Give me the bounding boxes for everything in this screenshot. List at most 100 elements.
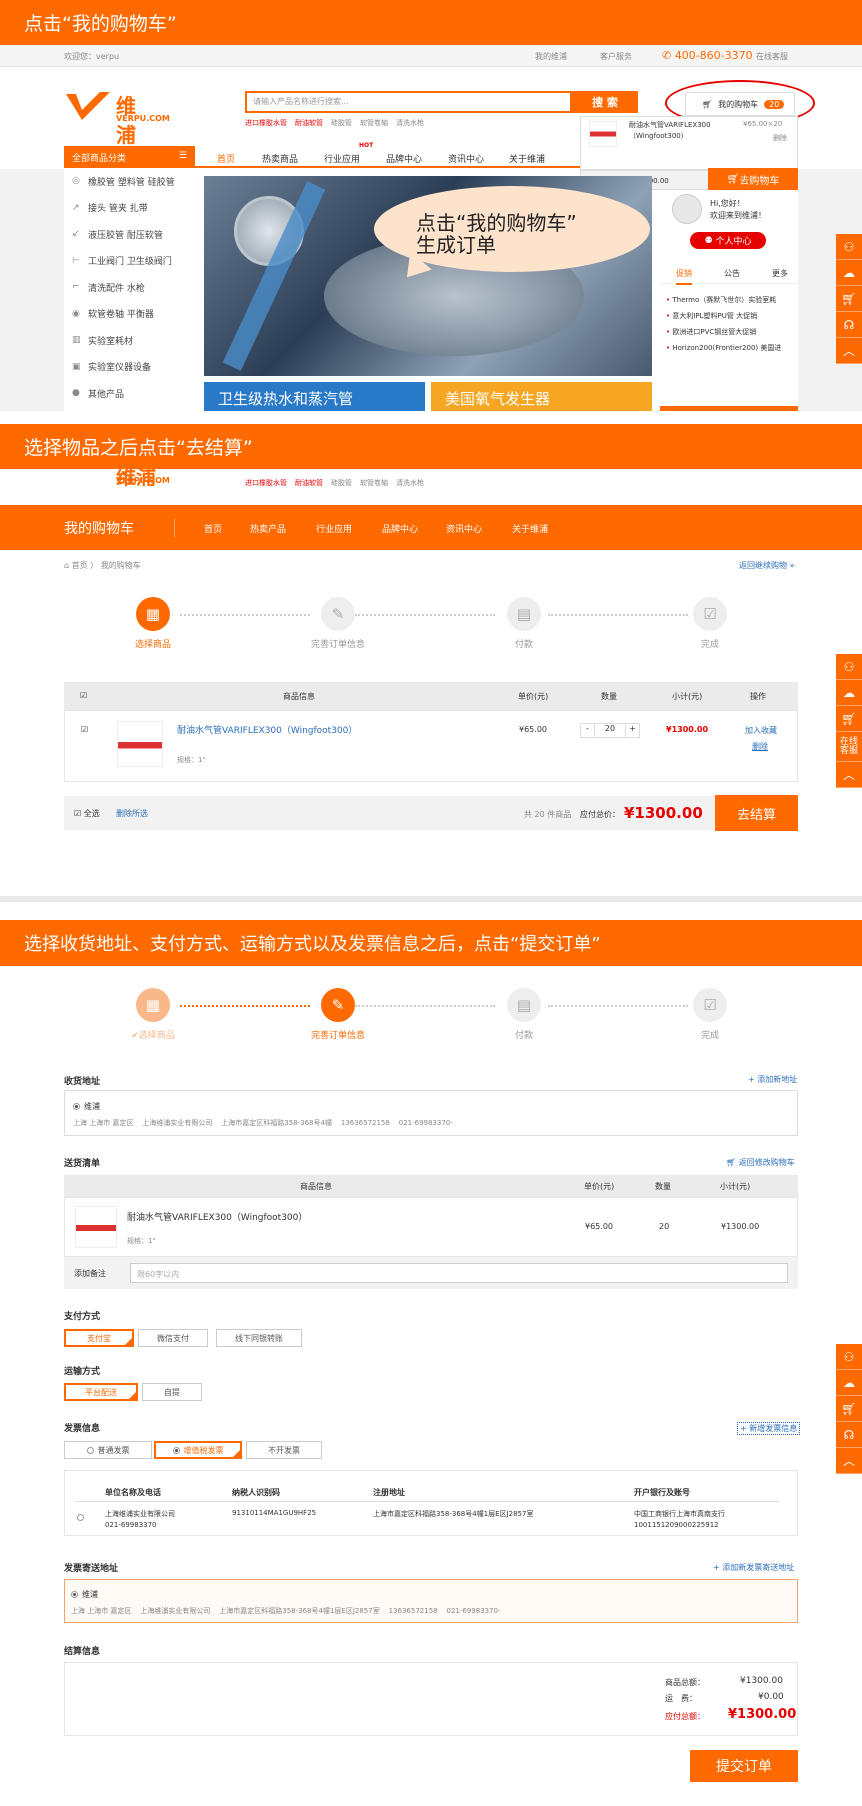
user-icon[interactable]: ⚇	[836, 1344, 862, 1370]
submit-order-button[interactable]: 提交订单	[690, 1750, 798, 1782]
back-to-top-icon[interactable]: ︿	[836, 338, 862, 364]
hot-keyword[interactable]: 软管卷轴	[360, 118, 388, 128]
nav-about[interactable]: 关于维浦	[509, 152, 545, 165]
cart-dropdown: 耐油水气管VARIFLEX300（Wingfoot300） ¥65.00×20 …	[580, 116, 798, 170]
category-item[interactable]: ⌐ 清洗配件 水枪	[64, 274, 195, 301]
item-checkbox[interactable]: ☑	[81, 725, 88, 734]
back-to-top-icon[interactable]: ︿	[836, 762, 862, 788]
pay-alipay-option[interactable]: 支付宝	[64, 1329, 134, 1347]
customer-service-link[interactable]: 客户服务	[600, 51, 632, 62]
tab-notice[interactable]: 公告	[724, 268, 740, 279]
hot-keyword[interactable]: 进口橡胶水管	[245, 478, 287, 488]
select-all-checkbox[interactable]: ☑	[80, 691, 87, 700]
news-item[interactable]: • 意大利IPL塑料PU管 大促销	[666, 308, 796, 324]
search-button[interactable]: 搜 索	[572, 91, 638, 113]
nav-hot[interactable]: 热卖商品	[262, 152, 298, 165]
category-item[interactable]: ◉ 软管卷轴 平衡器	[64, 301, 195, 328]
nav-industry[interactable]: 行业应用	[324, 152, 360, 165]
invoice-address-radio[interactable]: 维浦	[71, 1589, 98, 1600]
nav-home[interactable]: 首页	[204, 522, 222, 535]
breadcrumb-home[interactable]: 首页	[72, 561, 88, 570]
hot-keyword[interactable]: 清洗水枪	[396, 118, 424, 128]
dropdown-item-name[interactable]: 耐油水气管VARIFLEX300（Wingfoot300）	[629, 120, 719, 142]
remark-input[interactable]: 限60字以内	[130, 1263, 788, 1283]
headset-icon[interactable]: ☊	[836, 1422, 862, 1448]
pay-offline-option[interactable]: 线下同银转账	[216, 1329, 302, 1347]
hot-keyword[interactable]: 进口橡胶水管	[245, 118, 287, 128]
category-item[interactable]: ⊢ 工业阀门 卫生级阀门	[64, 248, 195, 275]
increase-button[interactable]: +	[625, 724, 639, 737]
category-item[interactable]: ▣ 实验室仪器设备	[64, 354, 195, 381]
pay-wechat-option[interactable]: 微信支付	[138, 1329, 208, 1347]
checkout-button[interactable]: 去结算	[715, 795, 798, 831]
category-item[interactable]: ↙ 液压胶管 耐压软管	[64, 221, 195, 248]
category-item[interactable]: ↗ 接头 管夹 扎带	[64, 195, 195, 222]
add-address-link[interactable]: + 添加新地址	[748, 1074, 797, 1085]
back-to-top-icon[interactable]: ︿	[836, 1448, 862, 1474]
nav-news[interactable]: 资讯中心	[446, 522, 482, 535]
hot-keyword[interactable]: 耐油软管	[295, 118, 323, 128]
cart-icon[interactable]: 🛒︎	[836, 286, 862, 312]
continue-shopping-link[interactable]: 返回继续购物 »	[739, 560, 794, 571]
logo[interactable]: 维浦 VERPU.COM	[64, 88, 170, 147]
add-invoice-link[interactable]: + 新增发票信息	[737, 1422, 801, 1435]
tab-promo[interactable]: 促销	[676, 268, 692, 285]
user-center-button[interactable]: ⚉ 个人中心	[690, 232, 766, 249]
dropdown-delete[interactable]: 删除	[773, 133, 787, 143]
category-item[interactable]: ▥ 实验室耗材	[64, 327, 195, 354]
chat-icon[interactable]: ☁︎	[836, 1370, 862, 1396]
online-service-button[interactable]: 在线 客服	[836, 732, 862, 762]
delete-link[interactable]: 删除	[752, 741, 768, 752]
quantity-value[interactable]: 20	[595, 724, 625, 737]
address-radio[interactable]: 维浦	[73, 1101, 100, 1112]
add-favorite-link[interactable]: 加入收藏	[745, 725, 777, 736]
nav-news[interactable]: 资讯中心	[448, 152, 484, 165]
news-item[interactable]: • Thermo（赛默飞世尔）实验室耗	[666, 292, 796, 308]
hot-keyword[interactable]: 耐油软管	[295, 478, 323, 488]
ship-pickup-option[interactable]: 自提	[142, 1383, 202, 1401]
chat-icon[interactable]: ☁︎	[836, 260, 862, 286]
nav-home[interactable]: 首页	[217, 152, 235, 165]
invoice-normal-option[interactable]: 普通发票	[64, 1441, 152, 1459]
nav-brand[interactable]: 品牌中心	[382, 522, 418, 535]
product-thumb[interactable]	[117, 721, 163, 767]
user-icon[interactable]: ⚇	[836, 234, 862, 260]
news-item[interactable]: • 欧洲进口PVC钢丝管大促销	[666, 324, 796, 340]
address-card[interactable]: 维浦 上海 上海市 嘉定区 上海维浦实业有限公司 上海市嘉定区科福路358-36…	[64, 1090, 798, 1136]
nav-industry[interactable]: 行业应用	[316, 522, 352, 535]
cart-icon[interactable]: 🛒︎	[836, 706, 862, 732]
hot-keyword[interactable]: 清洗水枪	[396, 478, 424, 488]
headset-icon[interactable]: ☊	[836, 312, 862, 338]
hot-keyword[interactable]: 硅胶管	[331, 478, 352, 488]
user-icon[interactable]: ⚇	[836, 654, 862, 680]
hot-keyword[interactable]: 硅胶管	[331, 118, 352, 128]
nav-brand[interactable]: 品牌中心	[386, 152, 422, 165]
invoice-radio[interactable]	[77, 1513, 88, 1521]
go-to-cart-button[interactable]: 🛒︎ 去购物车	[708, 168, 798, 190]
cart-icon[interactable]: 🛒︎	[836, 1396, 862, 1422]
product-name[interactable]: 耐油水气管VARIFLEX300（Wingfoot300）	[177, 723, 357, 736]
decrease-button[interactable]: -	[581, 724, 595, 737]
select-all-checkbox[interactable]: ☑ 全选	[74, 808, 100, 819]
all-categories[interactable]: 全部商品分类 ☰	[64, 146, 195, 168]
tab-more[interactable]: 更多	[772, 268, 788, 279]
hot-keyword[interactable]: 软管卷轴	[360, 478, 388, 488]
invoice-address-card[interactable]: 维浦 上海 上海市 嘉定区 上海维浦实业有限公司 上海市嘉定区科福路358-36…	[64, 1579, 798, 1623]
nav-about[interactable]: 关于维浦	[512, 522, 548, 535]
online-service-link[interactable]: 在线客服	[756, 51, 788, 62]
promo-tile-2[interactable]: 美国氧气发生器	[431, 382, 652, 411]
promo-tile-1[interactable]: 卫生级热水和蒸汽管	[204, 382, 425, 411]
my-verpu-link[interactable]: 我的维浦	[535, 51, 567, 62]
back-to-cart-link[interactable]: 🛒︎ 返回修改购物车	[726, 1157, 795, 1168]
invoice-vat-option[interactable]: 增值税发票	[154, 1441, 242, 1459]
delete-selected-link[interactable]: 删除所选	[116, 808, 148, 819]
add-invoice-address-link[interactable]: + 添加新发票寄送地址	[713, 1562, 794, 1573]
category-item[interactable]: ● 其他产品	[64, 380, 195, 407]
search-input[interactable]: 请输入产品名称进行搜索...	[245, 91, 572, 113]
category-item[interactable]: ◎ 橡胶管 塑料管 硅胶管	[64, 168, 195, 195]
news-item[interactable]: • Horizon200(Frontier200) 美国进	[666, 340, 796, 356]
ship-platform-option[interactable]: 平台配送	[64, 1383, 138, 1401]
nav-hot[interactable]: 热卖产品	[250, 522, 286, 535]
chat-icon[interactable]: ☁︎	[836, 680, 862, 706]
invoice-none-option[interactable]: 不开发票	[246, 1441, 322, 1459]
